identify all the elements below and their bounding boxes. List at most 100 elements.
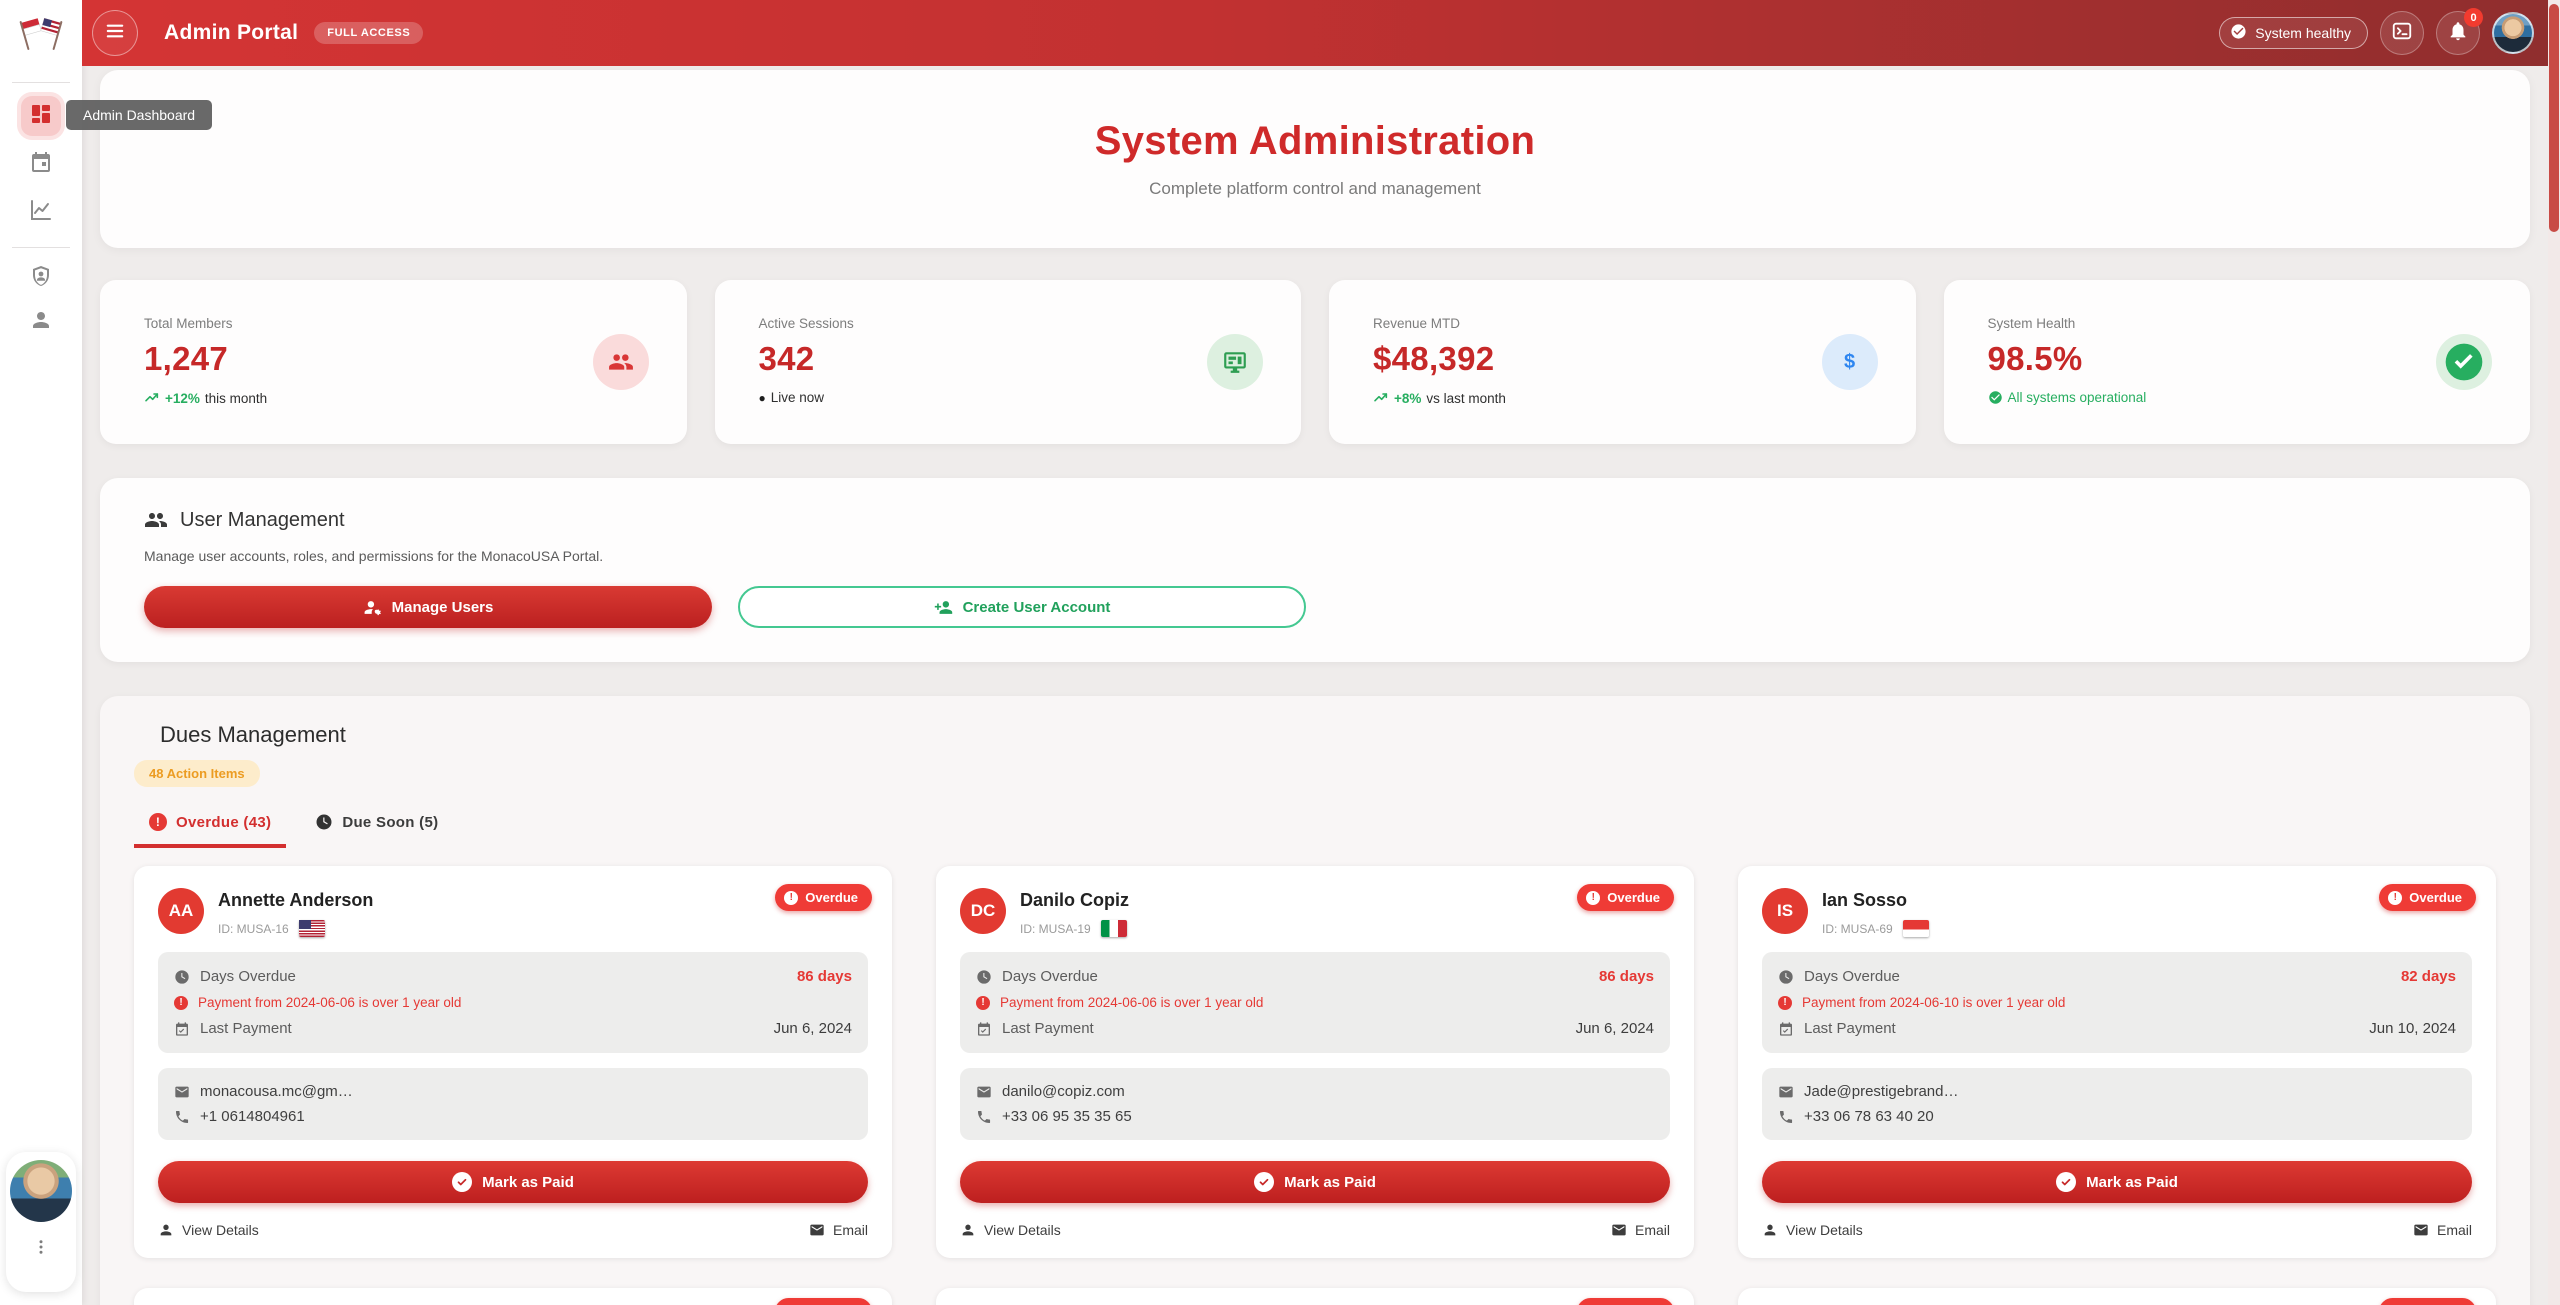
member-card: ! Overdue IS Ian Sosso ID: MUSA-69: [1738, 866, 2496, 1258]
email-link[interactable]: Email: [2413, 1222, 2472, 1238]
stat-card-revenue: Revenue MTD $48,392 +8% vs last month $: [1329, 280, 1916, 444]
person-icon: [158, 1222, 174, 1238]
people-icon: [593, 334, 649, 390]
overdue-badge: ! Overdue: [1577, 1298, 1674, 1305]
tab-overdue[interactable]: ! Overdue (43): [134, 813, 286, 848]
overdue-badge: ! Overdue: [2379, 1298, 2476, 1305]
stat-label: Total Members: [144, 316, 647, 331]
email-icon: [809, 1222, 825, 1238]
overdue-badge: ! Overdue: [1577, 884, 1674, 911]
section-description: Manage user accounts, roles, and permiss…: [144, 548, 2486, 564]
mark-as-paid-button[interactable]: Mark as Paid: [960, 1161, 1670, 1203]
error-icon: !: [976, 996, 990, 1010]
section-title: User Management: [180, 509, 345, 532]
contact-panel: danilo@copiz.com +33 06 95 35 35 65: [960, 1068, 1670, 1140]
view-details-link[interactable]: View Details: [960, 1222, 1061, 1238]
us-flag-icon: [299, 920, 325, 937]
calendar-check-icon: [976, 1021, 992, 1037]
payment-warning: Payment from 2024-06-10 is over 1 year o…: [1802, 995, 2065, 1010]
mark-as-paid-button[interactable]: Mark as Paid: [158, 1161, 868, 1203]
user-avatar[interactable]: [10, 1160, 72, 1222]
member-cards-row-partial: ! Overdue ! Overdue ! Overdue: [134, 1288, 2496, 1305]
shield-check-icon: [2436, 334, 2492, 390]
email-link[interactable]: Email: [1611, 1222, 1670, 1238]
scrollbar-thumb[interactable]: [2549, 4, 2559, 232]
days-overdue-value: 82 days: [2401, 968, 2456, 985]
member-card: ! Overdue: [936, 1288, 1694, 1305]
stat-card-system-health: System Health 98.5% All systems operatio…: [1944, 280, 2531, 444]
calendar-icon: [29, 150, 53, 179]
menu-button[interactable]: [92, 10, 138, 56]
sidebar-item-security[interactable]: [21, 258, 61, 298]
page-subtitle: Complete platform control and management: [1149, 179, 1481, 199]
more-options-icon[interactable]: [32, 1238, 50, 1261]
monaco-flag-icon: [1903, 920, 1929, 937]
stat-value: 1,247: [144, 340, 647, 378]
member-email: monacousa.mc@gm…: [200, 1083, 353, 1100]
member-id: ID: MUSA-16: [218, 922, 289, 936]
manage-users-button[interactable]: Manage Users: [144, 586, 712, 628]
app-header: Admin Portal FULL ACCESS System healthy …: [82, 0, 2560, 66]
clock-icon: [1778, 969, 1794, 985]
calendar-check-icon: [1778, 1021, 1794, 1037]
member-name: Annette Anderson: [218, 890, 373, 911]
email-icon: [174, 1084, 190, 1100]
sidebar-item-profile[interactable]: [21, 302, 61, 342]
stat-value: 342: [759, 340, 1262, 378]
view-details-link[interactable]: View Details: [1762, 1222, 1863, 1238]
member-phone: +33 06 95 35 35 65: [1002, 1108, 1132, 1125]
access-badge: FULL ACCESS: [314, 22, 423, 44]
stat-trend: +8% vs last month: [1373, 390, 1876, 406]
dollar-icon: $: [1822, 334, 1878, 390]
email-link[interactable]: Email: [809, 1222, 868, 1238]
member-id: ID: MUSA-19: [1020, 922, 1091, 936]
terminal-button[interactable]: [2380, 11, 2424, 55]
section-title-row: User Management: [144, 508, 2486, 532]
member-phone: +33 06 78 63 40 20: [1804, 1108, 1934, 1125]
stat-value: 98.5%: [1988, 340, 2491, 378]
email-icon: [2413, 1222, 2429, 1238]
days-overdue-value: 86 days: [797, 968, 852, 985]
system-status-label: System healthy: [2255, 25, 2351, 41]
error-icon: !: [784, 891, 798, 905]
action-items-badge: 48 Action Items: [134, 760, 260, 787]
scrollbar-track[interactable]: [2548, 0, 2560, 1305]
person-icon: [960, 1222, 976, 1238]
shield-user-icon: [29, 264, 53, 293]
check-circle-icon: [1254, 1172, 1274, 1192]
hero-banner: System Administration Complete platform …: [100, 70, 2530, 248]
calendar-check-icon: [174, 1021, 190, 1037]
check-circle-icon: [2056, 1172, 2076, 1192]
overdue-panel: Days Overdue 82 days ! Payment from 2024…: [1762, 952, 2472, 1053]
days-overdue-value: 86 days: [1599, 968, 1654, 985]
sidebar: [0, 0, 82, 1305]
mark-as-paid-button[interactable]: Mark as Paid: [1762, 1161, 2472, 1203]
member-name: Ian Sosso: [1822, 890, 1929, 911]
sidebar-item-dashboard[interactable]: [21, 96, 61, 136]
error-icon: !: [1778, 996, 1792, 1010]
notifications-button[interactable]: 0: [2436, 11, 2480, 55]
stats-row: Total Members 1,247 +12% this month Acti…: [100, 280, 2530, 444]
member-cards-row: ! Overdue AA Annette Anderson ID: MUSA-1…: [134, 866, 2496, 1258]
member-name: Danilo Copiz: [1020, 890, 1129, 911]
people-icon: [144, 508, 168, 532]
dues-management-section: Dues Management 48 Action Items ! Overdu…: [100, 696, 2530, 1305]
member-id: ID: MUSA-69: [1822, 922, 1893, 936]
sidebar-item-events[interactable]: [21, 144, 61, 184]
contact-panel: Jade@prestigebrand… +33 06 78 63 40 20: [1762, 1068, 2472, 1140]
stat-label: Active Sessions: [759, 316, 1262, 331]
check-circle-icon: [1988, 390, 2003, 405]
tab-due-soon[interactable]: Due Soon (5): [300, 813, 453, 848]
create-user-button[interactable]: Create User Account: [738, 586, 1306, 628]
member-card: ! Overdue: [1738, 1288, 2496, 1305]
clock-icon: [315, 813, 333, 831]
clock-icon: [976, 969, 992, 985]
last-payment-value: Jun 10, 2024: [2369, 1020, 2456, 1037]
header-user-avatar[interactable]: [2492, 12, 2534, 54]
member-phone: +1 0614804961: [200, 1108, 305, 1125]
sidebar-item-analytics[interactable]: [21, 192, 61, 232]
overdue-badge: ! Overdue: [775, 1298, 872, 1305]
dues-title: Dues Management: [134, 722, 2496, 748]
view-details-link[interactable]: View Details: [158, 1222, 259, 1238]
manage-accounts-icon: [363, 598, 382, 617]
